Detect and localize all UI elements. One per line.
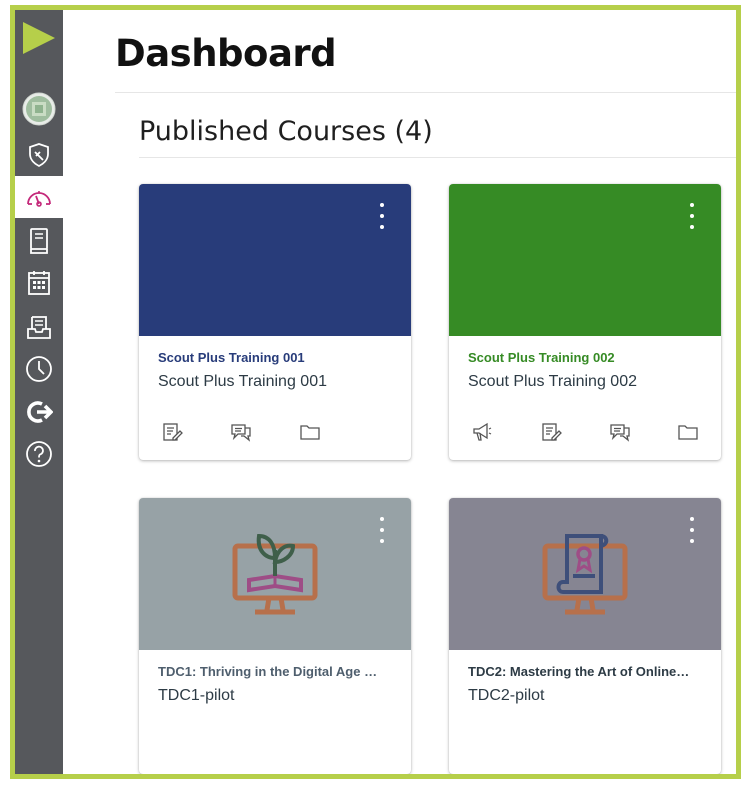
app-frame: Dashboard Published Courses (4) Scout Pl… [10,5,741,779]
calendar-icon [28,271,50,295]
course-card-term: TDC2-pilot [468,687,545,704]
main-content: Dashboard Published Courses (4) Scout Pl… [63,10,736,774]
course-card-term: Scout Plus Training 002 [468,373,637,390]
course-card[interactable]: Scout Plus Training 002 Scout Plus Train… [449,184,721,460]
section-title: Published Courses (4) [139,116,433,147]
nav-history[interactable] [15,348,63,390]
course-card-hero[interactable] [139,498,411,650]
avatar [22,92,56,126]
course-card-actions [449,420,721,446]
speedometer-icon [27,191,51,207]
course-card[interactable]: Scout Plus Training 001 Scout Plus Train… [139,184,411,460]
nav-admin[interactable] [15,134,63,176]
share-arrow-icon [27,401,53,423]
course-card-code[interactable]: Scout Plus Training 002 [468,350,704,365]
page-title: Dashboard [115,32,337,75]
nav-inbox[interactable] [15,306,63,348]
book-icon [30,228,48,254]
nav-calendar[interactable] [15,262,63,304]
global-nav [15,10,63,774]
assignments-icon[interactable] [160,420,184,444]
announcements-icon[interactable] [470,420,494,444]
course-card-actions [139,420,411,446]
play-logo-icon [23,22,55,54]
shield-icon [29,143,49,168]
nav-account[interactable] [15,88,63,130]
course-card-hero[interactable] [449,498,721,650]
discussions-icon[interactable] [608,420,632,444]
nav-logo[interactable] [15,16,63,60]
more-options-icon[interactable] [687,517,697,543]
course-card-code[interactable]: TDC2: Mastering the Art of Online… [468,664,704,679]
course-card-code[interactable]: Scout Plus Training 001 [158,350,394,365]
course-card-hero[interactable] [139,184,411,336]
inbox-icon [27,316,51,339]
nav-help[interactable] [15,433,63,475]
course-card-term: TDC1-pilot [158,687,235,704]
more-options-icon[interactable] [687,203,697,229]
discussions-icon[interactable] [229,420,253,444]
divider [115,92,736,93]
course-card[interactable]: TDC1: Thriving in the Digital Age … TDC1… [139,498,411,774]
clock-icon [26,356,52,382]
files-icon[interactable] [298,420,322,444]
more-options-icon[interactable] [377,517,387,543]
files-icon[interactable] [676,420,700,444]
course-card[interactable]: TDC2: Mastering the Art of Online… TDC2-… [449,498,721,774]
nav-courses[interactable] [15,220,63,262]
course-card-code[interactable]: TDC1: Thriving in the Digital Age … [158,664,394,679]
nav-dashboard[interactable] [15,176,63,218]
question-icon [26,441,52,467]
course-card-hero[interactable] [449,184,721,336]
course-card-term: Scout Plus Training 001 [158,373,327,390]
assignments-icon[interactable] [539,420,563,444]
more-options-icon[interactable] [377,203,387,229]
plant-on-monitor-icon [232,533,318,615]
nav-commons[interactable] [15,391,63,433]
divider [139,157,736,158]
certificate-on-monitor-icon [542,534,628,615]
